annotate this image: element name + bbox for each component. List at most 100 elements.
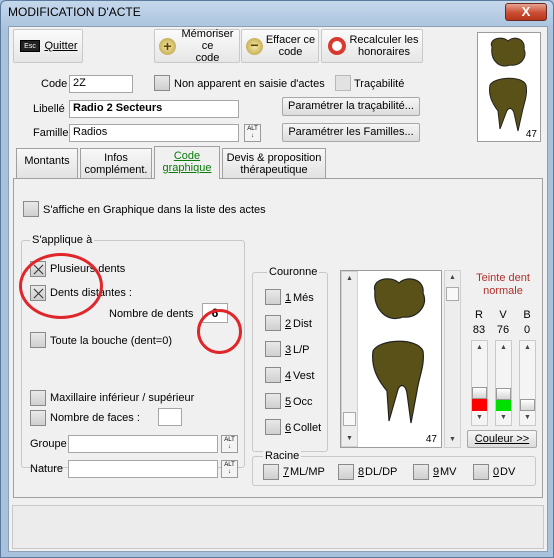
v-slider-up-icon[interactable]: ▲	[496, 341, 511, 355]
tab-code-graphique[interactable]: Code graphique	[154, 146, 220, 179]
couronne-checkbox-6[interactable]	[265, 419, 281, 435]
esc-icon: Esc	[20, 40, 40, 52]
save-label-2: code	[195, 52, 220, 64]
couleur-label: Couleur >>	[474, 433, 530, 445]
b-slider[interactable]: ▲ ▼	[519, 340, 536, 426]
couronne-checkbox-4[interactable]	[265, 367, 281, 383]
code-label: Code	[41, 78, 68, 90]
scroll-up-icon[interactable]: ▲	[342, 272, 357, 286]
r-slider-thumb[interactable]	[472, 387, 487, 399]
tab-code-label-1: Code	[173, 150, 201, 162]
couronne-num-2: 2	[285, 318, 292, 330]
racine-num-9: 9	[433, 466, 440, 478]
couleur-button[interactable]: Couleur >>	[467, 430, 537, 448]
racine-label-0: DV	[500, 466, 516, 478]
libelle-input[interactable]: Radio 2 Secteurs	[69, 100, 239, 118]
v-slider-thumb[interactable]	[496, 388, 511, 400]
tab-infos-label-2: complément.	[84, 164, 148, 176]
couronne-num-5: 5	[285, 396, 292, 408]
plus-icon: +	[159, 37, 176, 55]
v-slider-down-icon[interactable]: ▼	[496, 411, 511, 425]
tab-devis-label-2: thérapeutique	[240, 164, 308, 176]
erase-code-button[interactable]: − Effacer ce code	[241, 29, 319, 63]
tooth-view-number: 47	[425, 434, 437, 445]
side-scroll-thumb[interactable]	[446, 287, 459, 301]
v-slider[interactable]: ▲ ▼	[495, 340, 512, 426]
famille-input[interactable]: Radios	[69, 124, 239, 142]
racine-num-0: 0	[493, 466, 500, 478]
couronne-checkbox-3[interactable]	[265, 341, 281, 357]
non-apparent-label: Non apparent en saisie d'actes	[174, 78, 325, 90]
couronne-checkbox-2[interactable]	[265, 315, 281, 331]
tooth-drawing-icon	[372, 278, 426, 424]
applique-group-title: S'applique à	[30, 234, 95, 246]
couronne-checkbox-1[interactable]	[265, 289, 281, 305]
r-slider[interactable]: ▲ ▼	[471, 340, 488, 426]
b-slider-up-icon[interactable]: ▲	[520, 341, 535, 355]
side-scroll-up-icon[interactable]: ▲	[445, 271, 460, 285]
tab-infos[interactable]: Infos complément.	[80, 148, 152, 178]
groupe-input[interactable]	[68, 435, 218, 453]
tracabilite-checkbox[interactable]	[335, 75, 351, 91]
racine-label-8: DL/DP	[365, 466, 398, 478]
erase-label-2: code	[278, 46, 303, 58]
racine-checkbox-8[interactable]	[338, 464, 354, 480]
famille-label: Famille	[33, 127, 69, 139]
recalculate-fees-button[interactable]: Recalculer les honoraires	[321, 29, 423, 63]
annotation-circle-checkboxes	[19, 253, 103, 319]
close-button[interactable]: X	[505, 3, 547, 21]
save-code-button[interactable]: + Mémoriser ce code	[154, 28, 240, 64]
tracabilite-label: Traçabilité	[354, 78, 405, 90]
b-slider-down-icon[interactable]: ▼	[520, 411, 535, 425]
couronne-checkbox-5[interactable]	[265, 393, 281, 409]
color-panel: Teinte dent normale R V B 83 76 0 ▲ ▼ ▲ ▼ ▲ ▼ …	[467, 272, 538, 450]
racine-title: Racine	[263, 450, 302, 462]
groupe-alt-button[interactable]: ALT ↓	[221, 435, 238, 453]
preview-tooth-number: 47	[525, 129, 537, 140]
toute-bouche-checkbox[interactable]	[30, 332, 46, 348]
scroll-thumb[interactable]	[343, 412, 356, 426]
couronne-num-3: 3	[285, 344, 292, 356]
r-header: R	[475, 309, 483, 321]
racine-checkbox-0[interactable]	[473, 464, 489, 480]
dialog-client: Esc Quitter + Mémoriser ce code − Effacer…	[8, 26, 548, 552]
tab-devis-label-1: Devis & proposition	[226, 152, 322, 164]
affiche-graphique-label: S'affiche en Graphique dans la liste des…	[43, 204, 266, 216]
couronne-num-1: 1	[285, 292, 292, 304]
code-input[interactable]: 2Z	[69, 75, 133, 93]
tab-montants[interactable]: Montants	[16, 148, 78, 178]
param-tracabilite-button[interactable]: Paramétrer la traçabilité...	[282, 97, 420, 116]
tooth-view-scrollbar[interactable]: ▲ ▼	[341, 271, 358, 447]
affiche-graphique-checkbox[interactable]	[23, 201, 39, 217]
racine-checkbox-7[interactable]	[263, 464, 279, 480]
color-title-2: normale	[483, 285, 523, 297]
nature-label: Nature	[30, 463, 64, 475]
r-slider-down-icon[interactable]: ▼	[472, 411, 487, 425]
maxillaire-label: Maxillaire inférieur / supérieur	[50, 392, 195, 404]
couronne-label-3: L/P	[293, 344, 310, 356]
maxillaire-checkbox[interactable]	[30, 390, 46, 406]
quit-button[interactable]: Esc Quitter	[13, 29, 83, 63]
side-scroll-down-icon[interactable]: ▼	[445, 433, 460, 447]
param-familles-button[interactable]: Paramétrer les Familles...	[282, 123, 420, 142]
v-header: V	[499, 309, 507, 321]
nombre-faces-checkbox[interactable]	[30, 410, 46, 426]
nature-alt-button[interactable]: ALT ↓	[221, 460, 238, 478]
toute-bouche-label: Toute la bouche (dent=0)	[50, 335, 173, 347]
libelle-label: Libellé	[33, 103, 65, 115]
r-slider-up-icon[interactable]: ▲	[472, 341, 487, 355]
tooth-view-side-scrollbar[interactable]: ▲ ▼	[444, 270, 461, 448]
famille-alt-button[interactable]: ALT ↓	[244, 124, 261, 142]
dialog-window: MODIFICATION D'ACTE X Esc Quitter + Mémo…	[0, 0, 554, 558]
lifebuoy-icon	[328, 37, 346, 55]
nombre-faces-input[interactable]	[158, 408, 182, 426]
couronne-label-6: Collet	[293, 422, 322, 434]
racine-checkbox-9[interactable]	[413, 464, 429, 480]
nature-input[interactable]	[68, 460, 218, 478]
non-apparent-checkbox[interactable]	[154, 75, 170, 91]
tab-devis[interactable]: Devis & proposition thérapeutique	[222, 148, 326, 178]
scroll-down-icon[interactable]: ▼	[342, 432, 357, 446]
tab-montants-label: Montants	[24, 155, 70, 167]
racine-label-7: ML/MP	[290, 466, 325, 478]
b-slider-thumb[interactable]	[520, 399, 535, 411]
